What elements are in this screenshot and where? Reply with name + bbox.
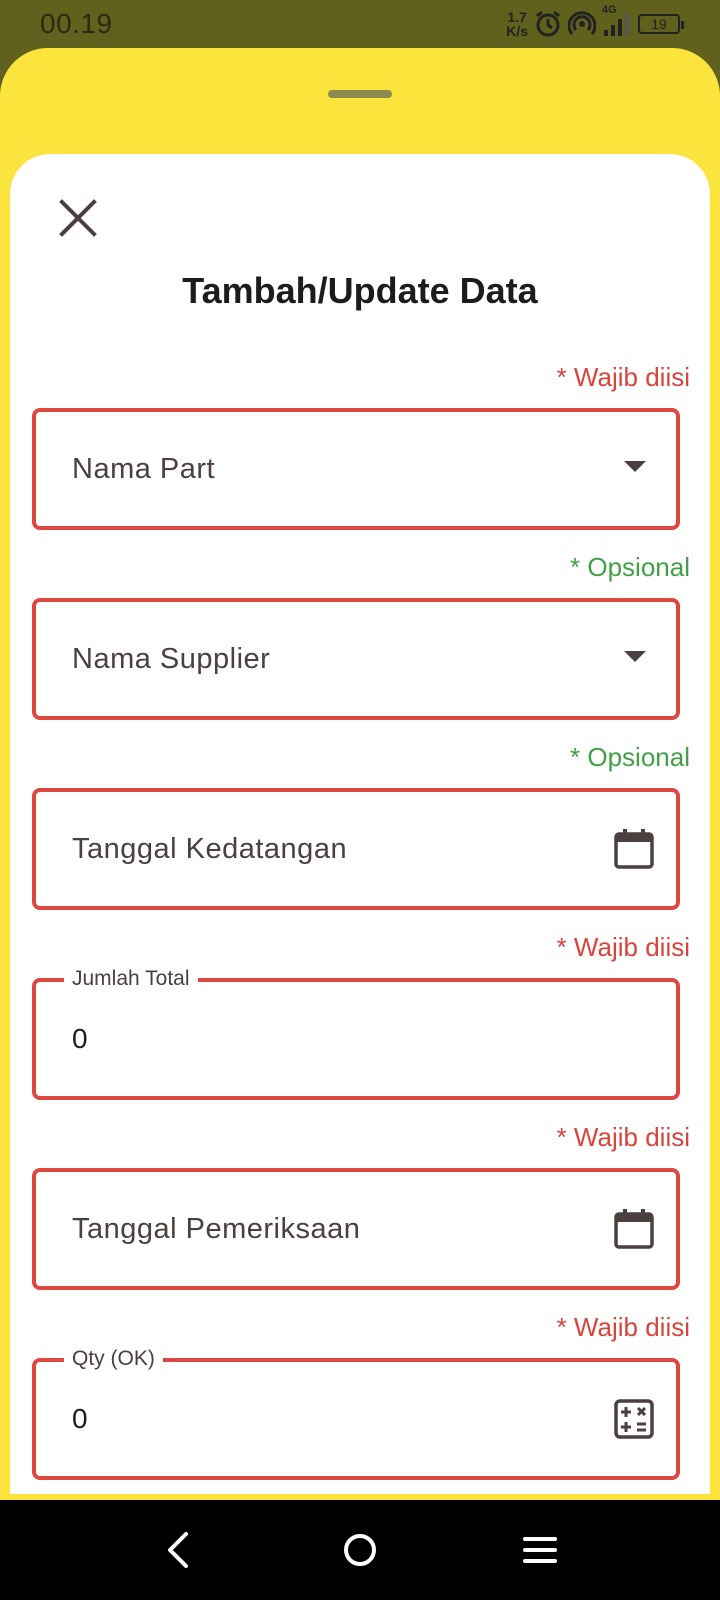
nama-part-placeholder: Nama Part xyxy=(72,453,216,485)
close-icon[interactable] xyxy=(54,194,102,242)
jumlah-total-input[interactable]: Jumlah Total 0 xyxy=(32,966,680,1100)
battery-icon: 19 xyxy=(638,14,684,34)
calculator-icon[interactable] xyxy=(612,1397,656,1441)
qty-ok-value[interactable]: 0 xyxy=(72,1362,88,1476)
navigation-bar xyxy=(0,1500,720,1600)
nama-part-dropdown[interactable]: Nama Part xyxy=(32,408,680,530)
requirement-label: * Wajib diisi xyxy=(556,1312,690,1342)
drag-handle[interactable] xyxy=(328,90,392,98)
requirement-label: * Wajib diisi xyxy=(556,362,690,392)
back-icon[interactable] xyxy=(156,1526,204,1574)
dialog-title: Tambah/Update Data xyxy=(182,270,538,311)
battery-level: 19 xyxy=(651,16,667,32)
requirement-label: * Opsional xyxy=(570,742,690,772)
nama-supplier-dropdown[interactable]: Nama Supplier xyxy=(32,598,680,720)
calendar-icon[interactable] xyxy=(612,827,656,871)
status-icons: 1.7 K/s 4G 19 xyxy=(506,4,684,40)
dropdown-arrow-icon xyxy=(624,461,646,472)
network-speed: 1.7 K/s xyxy=(506,9,528,39)
tanggal-pemeriksaan-placeholder: Tanggal Pemeriksaan xyxy=(72,1213,361,1245)
alarm-icon xyxy=(536,10,560,37)
hotspot-icon xyxy=(568,11,596,35)
requirement-label: * Opsional xyxy=(570,552,690,582)
signal-icon xyxy=(604,13,629,36)
nama-supplier-placeholder: Nama Supplier xyxy=(72,643,271,675)
status-bar: 00.19 1.7 K/s 4G 19 xyxy=(0,0,720,48)
home-icon[interactable] xyxy=(336,1526,384,1574)
bottom-sheet: Tambah/Update Data * Wajib diisi Nama Pa… xyxy=(0,48,720,1500)
signal-indicator: 4G xyxy=(602,4,632,38)
qty-ok-input[interactable]: Qty (OK) 0 xyxy=(32,1346,680,1480)
requirement-label: * Wajib diisi xyxy=(556,1122,690,1152)
jumlah-total-value[interactable]: 0 xyxy=(72,982,88,1096)
calendar-icon[interactable] xyxy=(612,1207,656,1251)
dropdown-arrow-icon xyxy=(624,651,646,662)
tanggal-kedatangan-placeholder: Tanggal Kedatangan xyxy=(72,833,348,865)
form-card: Tambah/Update Data * Wajib diisi Nama Pa… xyxy=(10,154,710,1494)
status-time: 00.19 xyxy=(40,8,113,39)
tanggal-kedatangan-field[interactable]: Tanggal Kedatangan xyxy=(32,788,680,910)
tanggal-pemeriksaan-field[interactable]: Tanggal Pemeriksaan xyxy=(32,1168,680,1290)
menu-icon[interactable] xyxy=(516,1526,564,1574)
requirement-label: * Wajib diisi xyxy=(556,932,690,962)
